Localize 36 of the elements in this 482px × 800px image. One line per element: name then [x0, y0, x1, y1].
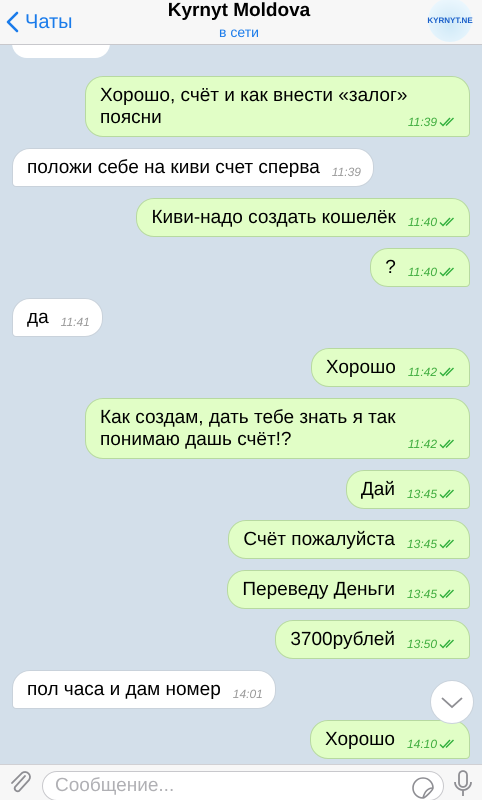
incoming-message: пол часа и дам номер 14:01 [12, 670, 276, 709]
message-time: 14:10 [406, 737, 437, 751]
outgoing-message: Хорошо 14:10 [310, 720, 470, 759]
outgoing-message: Дай 13:45 [346, 470, 470, 509]
incoming-message: да 11:41 [12, 298, 103, 337]
online-status: в сети [219, 24, 259, 40]
message-time: 11:42 [408, 365, 437, 379]
outgoing-message: ? 11:40 [370, 248, 470, 287]
outgoing-message: Хорошо, счёт и как внести «залог» поясни 11:39 [85, 76, 470, 137]
message-time: 11:42 [408, 437, 437, 451]
message-input[interactable]: Сообщение... [42, 770, 444, 800]
message-time: 13:45 [406, 487, 437, 501]
chevron-down-icon [440, 696, 464, 708]
sticker-icon[interactable] [412, 776, 434, 798]
back-button[interactable]: Чаты [6, 10, 126, 34]
microphone-icon[interactable] [454, 768, 472, 796]
outgoing-message: 3700рублей 13:50 [275, 620, 470, 659]
message-time: 11:40 [408, 265, 437, 279]
message-time: 13:45 [406, 537, 437, 551]
outgoing-message: Переведу Деньги 13:45 [227, 570, 470, 609]
outgoing-message: Хорошо 11:42 [310, 348, 470, 387]
message-time: 11:39 [408, 115, 437, 129]
outgoing-message: Счёт пожалуйста 13:45 [228, 520, 470, 559]
message-time: 13:50 [406, 637, 437, 651]
message-time: 14:01 [232, 687, 263, 701]
message-time: 11:40 [408, 215, 437, 229]
message-time: 11:39 [332, 165, 361, 179]
back-chevron-icon [6, 11, 19, 33]
incoming-message: положи себе на киви счет сперва 11:39 [12, 148, 374, 187]
scroll-down-button[interactable] [430, 680, 474, 724]
outgoing-message: Как создам, дать тебе знать я так понимаю дашь счёт!? 11:42 [85, 398, 470, 459]
chat-title: Kyrnyt Moldova [168, 0, 310, 22]
avatar-logo[interactable]: KYRNYT.NE [428, 0, 472, 42]
message-time: 13:45 [406, 587, 437, 601]
outgoing-message: Киви-надо создать кошелёк 11:40 [136, 198, 470, 237]
message-time: 11:41 [60, 315, 90, 329]
